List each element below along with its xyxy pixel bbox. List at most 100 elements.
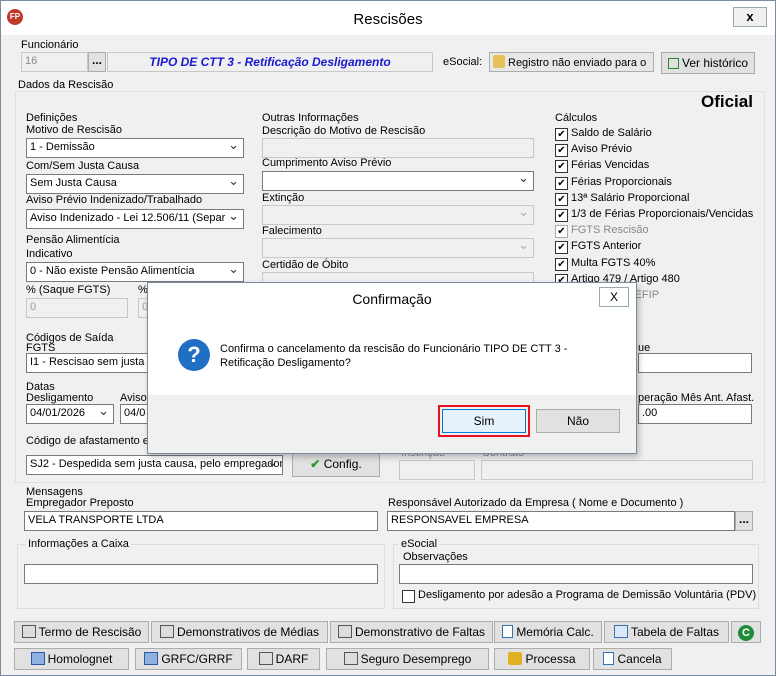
processa-button[interactable]: Processa [494,648,590,670]
table-icon [613,625,628,638]
history-button[interactable]: Ver histórico [661,52,755,74]
codigos-right-field[interactable] [638,353,752,373]
calculo-checkbox[interactable]: FGTS Rescisão [555,224,649,239]
esocial-label: eSocial: [443,56,483,68]
aviso-date-field[interactable]: 04/0 [120,404,148,424]
calculo-checkbox[interactable]: Multa FGTS 40% [555,257,655,271]
fgts-code-field[interactable]: I1 - Rescisao sem justa ca [26,353,148,373]
darf-button[interactable]: DARF [247,648,320,670]
afastamento-label: Código de afastamento e [26,435,149,447]
printer-icon [21,625,36,638]
desligamento-label: Desligamento [26,392,94,404]
afastamento-select[interactable]: SJ2 - Despedida sem justa causa, pelo em… [26,455,283,475]
tabela-faltas-button[interactable]: Tabela de Faltas [604,621,729,643]
dialog-title-bar: Confirmação X [148,283,636,313]
funcionario-label: Funcionário [21,39,79,51]
pdv-checkbox[interactable]: Desligamento por adesão a Programa de De… [402,589,756,603]
indicativo-label: Indicativo [26,248,73,260]
cancela-label: Cancela [617,652,662,666]
grfc-grrf-label: GRFC/GRRF [161,652,233,666]
calculo-checkbox[interactable]: 13ª Salário Proporcional [555,192,689,206]
desligamento-date[interactable]: 04/01/2026 [26,404,114,424]
history-button-label: Ver histórico [681,56,749,70]
config-button-label: Config. [323,457,362,471]
checkmark-icon: ✔ [310,457,321,471]
calculo-checkbox[interactable]: FGTS Anterior [555,240,641,255]
indicativo-select[interactable]: 0 - Não existe Pensão Alimentícia [26,262,244,282]
window-close-button[interactable]: x [733,7,767,27]
esocial-status-text: Registro não enviado para o [508,57,647,69]
esocial-title: eSocial [399,538,440,550]
floppy-icon [144,652,159,665]
saque-fgts-label: % (Saque FGTS) [26,284,111,296]
dados-rescisao-label: Dados da Rescisão [18,79,114,91]
empregador-label: Empregador Preposto [26,497,134,509]
printer-icon [159,625,174,638]
seguro-desemprego-button[interactable]: Seguro Desemprego [326,648,489,670]
history-icon [667,58,679,69]
observacoes-field[interactable] [399,564,753,584]
calculo-checkbox[interactable]: Férias Vencidas [555,159,649,174]
descricao-motivo-field[interactable] [262,138,534,158]
calculo-checkbox[interactable]: Saldo de Salário [555,127,652,141]
config-button[interactable]: ✔ Config. [292,453,380,477]
certidao-label: Certidão de Óbito [262,259,349,271]
empregador-field[interactable]: VELA TRANSPORTE LTDA [24,511,378,531]
aviso-previo-select[interactable]: Aviso Indenizado - Lei 12.506/11 (Separ [26,209,244,229]
cancela-button[interactable]: Cancela [593,648,672,670]
motivo-label: Motivo de Rescisão [26,124,122,136]
tabela-faltas-label: Tabela de Faltas [630,625,720,639]
termo-rescisao-label: Termo de Rescisão [38,625,142,639]
falecimento-select[interactable] [262,238,534,258]
homolognet-button[interactable]: Homolognet [14,648,129,670]
floppy-icon [30,652,45,665]
cumprimento-label: Cumprimento Aviso Prévio [262,157,392,169]
esocial-status-icon [493,55,505,68]
processa-label: Processa [525,652,576,666]
title-bar: FP Rescisões x [1,1,775,35]
contrato-field[interactable] [481,460,753,480]
question-icon: ? [178,339,210,371]
memoria-calc-label: Memória Calc. [516,625,594,639]
operacao-label: peração Mês Ant. Afast. [638,392,755,404]
responsavel-label: Responsável Autorizado da Empresa ( Nome… [388,497,684,509]
grfc-grrf-button[interactable]: GRFC/GRRF [135,648,242,670]
responsavel-search-button[interactable]: ... [735,511,753,531]
saque-fgts-field[interactable]: 0 [26,298,128,318]
dialog-title: Confirmação [352,291,432,307]
demonstrativos-medias-button[interactable]: Demonstrativos de Médias [151,621,328,643]
justa-causa-select[interactable]: Sem Justa Causa [26,174,244,194]
funcionario-code-field[interactable]: 16 [21,52,88,72]
printer-icon [258,652,273,665]
aviso-previo-label: Aviso Prévio Indenizado/Trabalhado [26,194,203,206]
memoria-calc-button[interactable]: Memória Calc. [494,621,602,643]
esocial-status-button[interactable]: Registro não enviado para o [489,52,654,72]
extincao-select[interactable] [262,205,534,225]
confirmation-dialog: Confirmação X ? Confirma o cancelamento … [147,282,637,454]
dialog-close-button[interactable]: X [599,287,629,307]
process-icon [508,652,523,665]
aviso-date-label: Aviso [120,392,147,404]
calculo-checkbox[interactable]: Férias Proporcionais [555,176,672,190]
extra-tool-button[interactable]: C [731,621,761,643]
responsavel-field[interactable]: RESPONSAVEL EMPRESA [387,511,735,531]
calculos-title: Cálculos [555,112,598,124]
demonstrativo-faltas-button[interactable]: Demonstrativo de Faltas [330,621,493,643]
operacao-field[interactable]: .00 [638,404,752,424]
cumprimento-select[interactable] [262,171,534,191]
informacoes-field[interactable] [24,564,378,584]
calculo-checkbox[interactable]: 1/3 de Férias Proporcionais/Vencidas [555,208,753,222]
sim-button[interactable]: Sim [442,409,526,433]
motivo-select[interactable]: 1 - Demissão [26,138,244,158]
seguro-desemprego-label: Seguro Desemprego [360,652,472,666]
inscricao-field[interactable] [399,460,475,480]
homolognet-label: Homolognet [47,652,113,666]
funcionario-search-button[interactable]: ... [88,52,106,72]
nao-button[interactable]: Não [536,409,620,433]
darf-label: DARF [275,652,309,666]
circle-c-icon: C [738,625,754,641]
definicoes-title: Definições [26,112,78,124]
informacoes-title: Informações a Caixa [26,538,131,550]
calculo-checkbox[interactable]: Aviso Prévio [555,143,632,158]
termo-rescisao-button[interactable]: Termo de Rescisão [14,621,149,643]
